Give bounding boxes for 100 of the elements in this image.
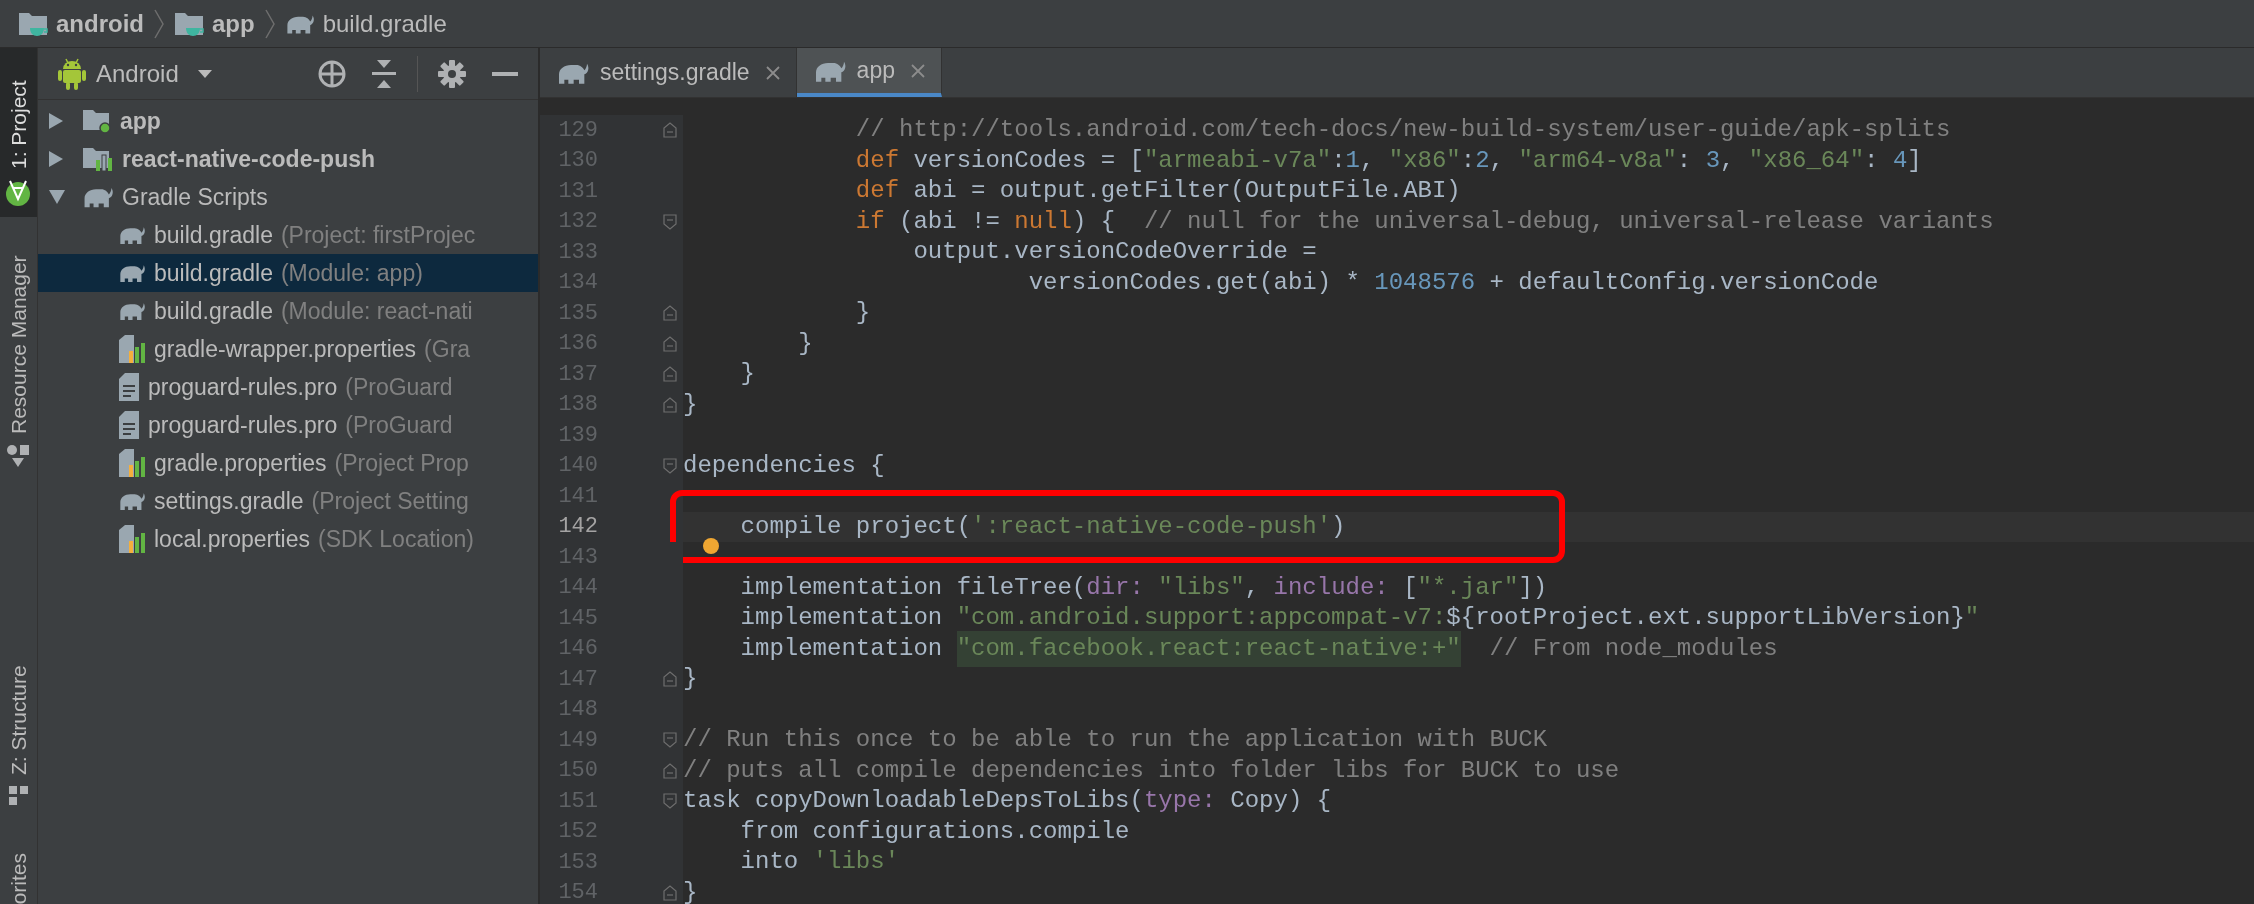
folder-chart-icon	[82, 146, 114, 172]
minimize-icon[interactable]	[491, 71, 518, 76]
fold-end-icon[interactable]	[663, 671, 677, 688]
tree-item[interactable]: build.gradle (Module: app)	[38, 254, 538, 292]
code-token: 'libs'	[812, 847, 900, 878]
code-token: ]	[1907, 145, 1922, 176]
code-token: "	[1964, 603, 1980, 634]
fold-end-icon[interactable]	[663, 396, 677, 413]
chevron-icon	[264, 8, 275, 39]
code-token: ,	[1720, 145, 1736, 176]
fold-icon[interactable]	[663, 457, 677, 474]
dropdown-caret-icon[interactable]	[196, 68, 213, 79]
elephant-icon	[118, 491, 146, 511]
code-token: }	[854, 298, 871, 329]
folder-icon	[174, 10, 204, 37]
code-token: implementation fileTree(	[739, 572, 1087, 603]
tree-item[interactable]: react-native-code-push	[38, 140, 538, 178]
code-token: 2	[1475, 145, 1490, 176]
code-token: implementation	[739, 633, 944, 664]
tree-item[interactable]: local.properties (SDK Location)	[38, 520, 538, 558]
tree-item[interactable]: app	[38, 102, 538, 140]
code-token: if	[854, 206, 885, 237]
code-token: }	[683, 877, 698, 904]
tree-item[interactable]: gradle-wrapper.properties (Gra	[38, 330, 538, 368]
view-selector[interactable]: Android	[96, 55, 179, 92]
code-token: 4	[1892, 145, 1908, 176]
code-token: "armeabi-v7a"	[1143, 145, 1332, 176]
close-icon[interactable]	[765, 65, 780, 80]
tree-item[interactable]: gradle.properties (Project Prop	[38, 444, 538, 482]
breadcrumb-item[interactable]: android	[56, 5, 144, 42]
fold-end-icon[interactable]	[663, 335, 677, 352]
code-token: }	[683, 389, 698, 420]
fold-end-icon[interactable]	[663, 305, 677, 322]
close-icon[interactable]	[910, 63, 925, 78]
editor-tab[interactable]: settings.gradle	[540, 48, 797, 97]
code-token: ,	[1489, 145, 1505, 176]
collapse-all-icon[interactable]	[370, 58, 397, 89]
elephant-icon	[118, 263, 146, 283]
code-token: ,	[1359, 145, 1376, 176]
code-token: :	[1460, 145, 1476, 176]
structure-icon	[8, 785, 29, 805]
properties-file-icon	[118, 334, 146, 364]
code-token: 1048576	[1374, 267, 1476, 298]
tool-window-tab[interactable]: orites	[0, 852, 37, 904]
properties-file-icon	[118, 524, 146, 554]
code-token: 3	[1705, 145, 1721, 176]
tool-window-tab[interactable]: Resource Manager	[0, 228, 37, 478]
code-token: "libs"	[1157, 572, 1245, 603]
code-token: // puts all compile dependencies into folder libs for BUCK to use	[683, 755, 1620, 786]
code-token: "com.facebook.react:react-native:+"	[956, 630, 1461, 667]
tree-item[interactable]: settings.gradle (Project Setting	[38, 482, 538, 520]
code-token: implementation	[739, 603, 944, 634]
chevron-icon	[154, 8, 164, 39]
breadcrumb-item[interactable]: build.gradle	[322, 5, 447, 42]
code-token: + defaultConfig.versionCode	[1488, 267, 1879, 298]
locate-icon[interactable]	[316, 58, 347, 89]
tree-item[interactable]: proguard-rules.pro (ProGuard	[38, 406, 538, 444]
code-token: from configurations.compile	[739, 816, 1130, 847]
code-token: // http://tools.android.com/tech-docs/new-build-system/user-guide/apk-splits	[854, 115, 1951, 146]
tool-window-tab[interactable]: 1: Project	[0, 48, 37, 217]
code-token: def	[854, 145, 900, 176]
shapes-icon	[6, 444, 31, 468]
elephant-icon	[82, 185, 114, 209]
code-token: Copy) {	[1229, 786, 1332, 817]
code-token: null	[1014, 206, 1072, 237]
fold-icon[interactable]	[663, 732, 677, 749]
collapsed-arrow-icon[interactable]	[48, 150, 64, 168]
code-token: include:	[1273, 572, 1389, 603]
tool-window-tab[interactable]: Z: Structure	[0, 645, 37, 815]
code-token: versionCodes.get(abi) *	[1027, 267, 1361, 298]
fold-icon[interactable]	[663, 213, 677, 230]
fold-end-icon[interactable]	[663, 122, 677, 139]
code-token: output.versionCodeOverride =	[912, 237, 1317, 268]
code-token: :	[1676, 145, 1693, 176]
code-token: ':react-native-code-push'	[971, 511, 1332, 542]
code-token: }	[797, 328, 813, 359]
code-token: ])	[1518, 572, 1548, 603]
fold-icon[interactable]	[663, 793, 677, 810]
fold-end-icon[interactable]	[663, 366, 677, 383]
text-file-icon	[118, 372, 140, 402]
tree-item[interactable]: build.gradle (Project: firstProjec	[38, 216, 538, 254]
code-token: task copyDownloadableDepsToLibs(	[683, 786, 1144, 817]
code-token: into	[739, 847, 800, 878]
collapsed-arrow-icon[interactable]	[48, 112, 64, 130]
tree-item[interactable]: proguard-rules.pro (ProGuard	[38, 368, 538, 406]
fold-end-icon[interactable]	[663, 762, 677, 779]
line-number: 142	[557, 513, 598, 542]
expanded-arrow-icon[interactable]	[48, 189, 66, 205]
tree-item[interactable]: build.gradle (Module: react-nati	[38, 292, 538, 330]
breadcrumb-item[interactable]: app	[212, 5, 255, 42]
code-token: [	[1402, 572, 1418, 603]
code-token: abi = output.getFilter(OutputFile.ABI)	[912, 176, 1461, 207]
fold-end-icon[interactable]	[663, 884, 677, 901]
code-token: (abi !=	[898, 206, 1001, 237]
code-token: }	[683, 664, 698, 695]
editor-tab[interactable]: app	[796, 48, 942, 97]
code-token: type:	[1143, 786, 1216, 817]
tree-item[interactable]: Gradle Scripts	[38, 178, 538, 216]
properties-file-icon	[118, 448, 146, 478]
code-token: "arm64-v8a"	[1518, 145, 1677, 176]
